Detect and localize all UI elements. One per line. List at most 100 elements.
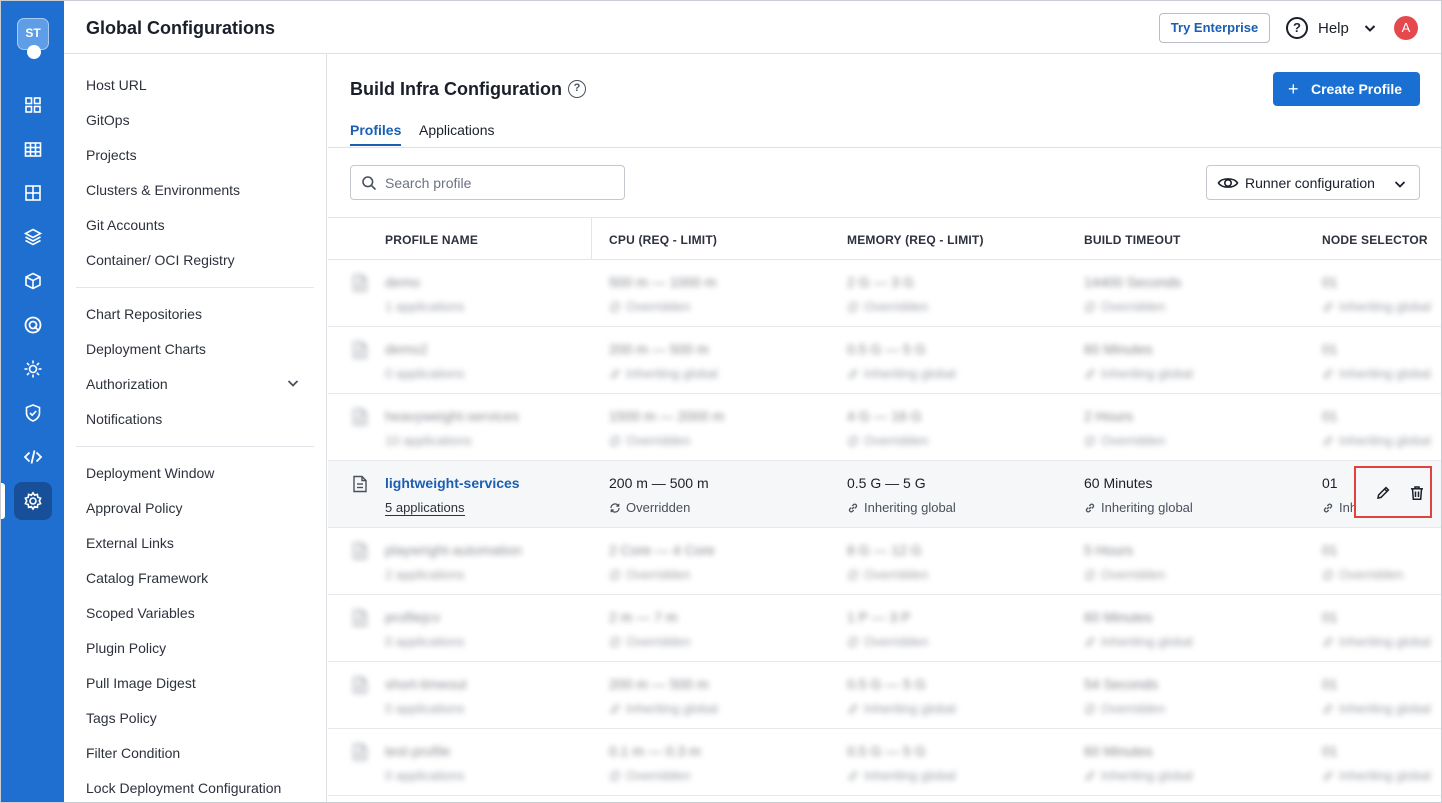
layers-icon[interactable] (14, 218, 52, 256)
node-selector-status-text: Inheriting global (1339, 634, 1431, 649)
tab-profiles[interactable]: Profiles (350, 122, 402, 146)
nav-item-scoped-variables[interactable]: Scoped Variables (86, 605, 195, 621)
nav-item-plugin-policy[interactable]: Plugin Policy (86, 640, 166, 656)
search-box (350, 165, 625, 200)
memory-status: Overridden (847, 634, 928, 649)
nav-item-external-links[interactable]: External Links (86, 535, 174, 551)
nav-item-tags-policy[interactable]: Tags Policy (86, 710, 157, 726)
nav-item-approval-policy[interactable]: Approval Policy (86, 500, 183, 516)
profile-name-link[interactable]: lightweight-services (385, 475, 520, 491)
nav-item-host-url[interactable]: Host URL (86, 77, 147, 93)
nav-item-filter-condition[interactable]: Filter Condition (86, 745, 180, 761)
nav-item-authorization[interactable]: Authorization (86, 376, 168, 392)
edit-pencil-icon[interactable] (1375, 485, 1391, 501)
link-icon (848, 503, 858, 512)
override-icon (848, 301, 858, 312)
timeout-status-text: Inheriting global (1101, 634, 1193, 649)
cpu-status-text: Overridden (626, 433, 691, 448)
settings-icon[interactable] (14, 482, 52, 520)
link-icon (1323, 369, 1333, 378)
help-menu[interactable]: ? Help (1286, 15, 1377, 41)
nav-item-lock-deployment-configuration[interactable]: Lock Deployment Configuration (86, 780, 281, 796)
nav-item-projects[interactable]: Projects (86, 147, 137, 163)
profile-name-link[interactable]: test-profile (385, 743, 450, 759)
page-title: Build Infra Configuration (350, 79, 562, 99)
code-icon[interactable] (14, 438, 52, 476)
timeout-status: Inheriting global (1084, 634, 1193, 649)
document-icon (352, 341, 368, 359)
profile-applications-link[interactable]: 0 applications (385, 768, 465, 783)
timeout-status-text: Inheriting global (1101, 500, 1193, 515)
profile-applications-link[interactable]: 0 applications (385, 634, 465, 649)
nav-item-gitops[interactable]: GitOps (86, 112, 130, 128)
profile-name-link[interactable]: playwright-automation (385, 542, 522, 558)
table-row[interactable]: short-timeout 0 applications 200 m — 500 m… (328, 662, 1441, 729)
profile-name-link[interactable]: heavyweight-services (385, 408, 519, 424)
timeout-value: 60 Minutes (1084, 743, 1153, 759)
profile-name-link[interactable]: profilejcv (385, 609, 440, 625)
cpu-value: 200 m — 500 m (609, 676, 709, 692)
column-divider (591, 218, 592, 261)
search-input[interactable] (385, 173, 615, 193)
profile-applications-link[interactable]: 0 applications (385, 366, 465, 381)
memory-status-text: Overridden (864, 299, 929, 314)
shield-check-icon[interactable] (14, 394, 52, 432)
nav-item-notifications[interactable]: Notifications (86, 411, 162, 427)
cube-icon[interactable] (14, 262, 52, 300)
profile-name-link[interactable]: short-timeout (385, 676, 467, 692)
table-row[interactable]: test-profile 0 applications 0.1 m — 0.3 m O… (328, 729, 1441, 796)
settings-nav: Host URL GitOps Projects Clusters & Envi… (64, 54, 327, 802)
memory-value: 2 G — 3 G (847, 274, 914, 290)
override-icon (1085, 569, 1095, 580)
table-icon[interactable] (14, 174, 52, 212)
nav-item-chart-repositories[interactable]: Chart Repositories (86, 306, 202, 322)
profile-applications-link[interactable]: 1 applications (385, 299, 465, 314)
target-icon[interactable] (14, 306, 52, 344)
profile-applications-link[interactable]: 5 applications (385, 500, 465, 516)
cpu-status-text: Inheriting global (626, 701, 718, 716)
node-selector-status-text: Inheriting global (1339, 701, 1431, 716)
user-avatar[interactable]: A (1394, 16, 1418, 40)
gear-sun-icon[interactable] (14, 350, 52, 388)
nav-item-deployment-window[interactable]: Deployment Window (86, 465, 214, 481)
nav-item-clusters-environments[interactable]: Clusters & Environments (86, 182, 240, 198)
table-row[interactable]: profilejcv 0 applications 2 m — 7 m Overrid… (328, 595, 1441, 662)
link-icon (1085, 503, 1095, 512)
memory-status: Overridden (847, 433, 928, 448)
table-row[interactable]: heavyweight-services 10 applications 1500 … (328, 394, 1441, 461)
rail-active-indicator (1, 483, 5, 519)
nav-item-git-accounts[interactable]: Git Accounts (86, 217, 165, 233)
tabs-divider (328, 147, 1441, 148)
nav-item-pull-image-digest[interactable]: Pull Image Digest (86, 675, 196, 691)
help-circle-icon[interactable]: ? (568, 80, 586, 98)
link-icon (610, 369, 620, 378)
node-selector-value: 01 (1322, 475, 1338, 491)
create-profile-button[interactable]: + Create Profile (1273, 72, 1420, 106)
tab-applications[interactable]: Applications (419, 122, 495, 138)
chevron-down-icon[interactable] (286, 376, 300, 390)
profile-applications-link[interactable]: 10 applications (385, 433, 472, 448)
table-row[interactable]: lightweight-services 5 applications 200 m … (328, 461, 1441, 528)
dashboard-grid-icon[interactable] (14, 130, 52, 168)
node-selector-status-text: Inheriting global (1339, 366, 1431, 381)
table-row[interactable]: demo 1 applications 500 m — 1000 m Overridd… (328, 260, 1441, 327)
profile-applications-link[interactable]: 0 applications (385, 701, 465, 716)
try-enterprise-button[interactable]: Try Enterprise (1159, 13, 1270, 43)
link-icon (1085, 369, 1095, 378)
node-selector-value: 01 (1322, 676, 1338, 692)
page-section-title: Global Configurations (86, 18, 275, 38)
trash-icon[interactable] (1409, 485, 1425, 501)
profile-name-link[interactable]: demo (385, 274, 420, 290)
home-icon[interactable] (14, 86, 52, 124)
org-logo[interactable]: ST (17, 18, 49, 59)
profile-name-link[interactable]: demo2 (385, 341, 428, 357)
table-row[interactable]: playwright-automation 2 applications 2 Cor… (328, 528, 1441, 595)
nav-item-deployment-charts[interactable]: Deployment Charts (86, 341, 206, 357)
table-row[interactable]: demo2 0 applications 200 m — 500 m Inheriti… (328, 327, 1441, 394)
nav-item-container-registry[interactable]: Container/ OCI Registry (86, 252, 235, 268)
node-selector-value: 01 (1322, 609, 1338, 625)
nav-item-catalog-framework[interactable]: Catalog Framework (86, 570, 208, 586)
profile-applications-link[interactable]: 2 applications (385, 567, 465, 582)
runner-configuration-dropdown[interactable]: Runner configuration (1206, 165, 1420, 200)
timeout-value: 60 Minutes (1084, 341, 1153, 357)
